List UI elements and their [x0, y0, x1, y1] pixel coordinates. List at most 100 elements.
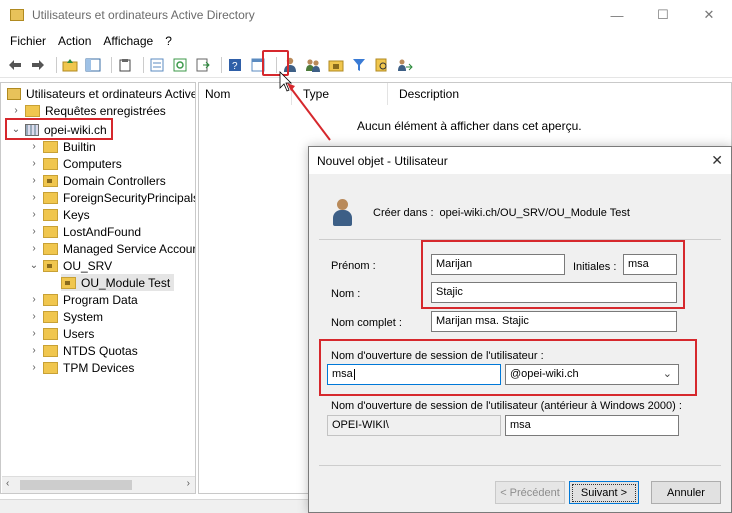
folder-icon	[25, 104, 40, 117]
scrollbar-thumb[interactable]	[20, 480, 132, 490]
chevron-right-icon[interactable]: ›	[29, 141, 39, 152]
export-icon[interactable]	[194, 56, 212, 74]
list-icon[interactable]	[148, 56, 166, 74]
back-arrow-icon[interactable]	[6, 56, 24, 74]
toolbar-separator	[56, 56, 57, 73]
new-user-highlight-box	[262, 50, 289, 76]
pre2000-domain-field: OPEI-WIKI\	[327, 415, 501, 436]
tree-item-label: ForeignSecurityPrincipals	[63, 190, 196, 205]
dialog-title: Nouvel objet - Utilisateur	[317, 153, 448, 168]
cancel-button[interactable]: Annuler	[651, 481, 721, 504]
user-icon	[331, 199, 353, 227]
menu-help[interactable]: ?	[165, 34, 172, 48]
tree-item-ou-module-test[interactable]: OU_Module Test	[61, 274, 175, 291]
tree-item-ntds-quotas[interactable]: › NTDS Quotas	[29, 342, 137, 359]
create-in-label: Créer dans :	[373, 207, 434, 219]
pre2000-label: Nom d'ouverture de session de l'utilisat…	[331, 400, 682, 412]
tree-item-system[interactable]: › System	[29, 308, 103, 325]
list-header: Nom Type Description	[199, 83, 731, 105]
tree-item-domain-controllers[interactable]: › Domain Controllers	[29, 172, 165, 189]
maximize-button[interactable]: ☐	[640, 0, 686, 30]
ou-folder-icon	[43, 174, 58, 187]
full-name-field[interactable]: Marijan msa. Stajic	[431, 311, 677, 332]
name-fields-highlight-box	[421, 240, 685, 309]
chevron-right-icon[interactable]: ›	[29, 243, 39, 254]
svg-text:?: ?	[232, 61, 238, 72]
tree-item-tpm-devices[interactable]: › TPM Devices	[29, 359, 134, 376]
column-header-nom[interactable]: Nom	[205, 87, 230, 101]
previous-button[interactable]: < Précédent	[495, 481, 565, 504]
dialog-title-bar: Nouvel objet - Utilisateur ✕	[309, 147, 731, 174]
new-group-icon[interactable]	[304, 56, 322, 74]
close-button[interactable]: ✕	[686, 0, 732, 30]
menu-fichier[interactable]: Fichier	[10, 34, 46, 48]
folder-icon	[43, 225, 58, 238]
folder-icon	[43, 242, 58, 255]
delegate-icon[interactable]	[396, 56, 414, 74]
column-header-description[interactable]: Description	[399, 87, 459, 101]
tree-item-label: Requêtes enregistrées	[45, 103, 166, 118]
chevron-right-icon[interactable]: ›	[29, 192, 39, 203]
empty-list-message: Aucun élément à afficher dans cet aperçu…	[357, 119, 582, 133]
tree-item-program-data[interactable]: › Program Data	[29, 291, 137, 308]
tree-root[interactable]: Utilisateurs et ordinateurs Active	[7, 85, 196, 102]
console-tree-icon[interactable]	[84, 56, 102, 74]
folder-icon	[43, 361, 58, 374]
menu-action[interactable]: Action	[58, 34, 91, 48]
tree-item-builtin[interactable]: › Builtin	[29, 138, 95, 155]
chevron-right-icon[interactable]: ›	[29, 311, 39, 322]
tree-item-saved-queries[interactable]: › Requêtes enregistrées	[11, 102, 166, 119]
tree-item-lost-and-found[interactable]: › LostAndFound	[29, 223, 141, 240]
menu-bar: Fichier Action Affichage ?	[0, 30, 732, 52]
scroll-left-icon[interactable]: ‹	[6, 478, 9, 489]
tree-item-label: Computers	[63, 156, 122, 171]
help-icon[interactable]: ?	[226, 56, 244, 74]
tree-item-users[interactable]: › Users	[29, 325, 94, 342]
toolbar-separator	[143, 56, 144, 73]
create-in-path: opei-wiki.ch/OU_SRV/OU_Module Test	[439, 207, 630, 219]
folder-icon	[43, 344, 58, 357]
chevron-right-icon[interactable]: ›	[29, 175, 39, 186]
folder-up-icon[interactable]	[61, 56, 79, 74]
tree-item-keys[interactable]: › Keys	[29, 206, 90, 223]
minimize-button[interactable]: —	[594, 0, 640, 30]
tree-root-label: Utilisateurs et ordinateurs Active	[26, 86, 196, 101]
dialog-close-icon[interactable]: ✕	[711, 152, 723, 169]
clipboard-icon[interactable]	[116, 56, 134, 74]
tree-horizontal-scrollbar[interactable]: ‹ ›	[2, 476, 195, 493]
column-divider[interactable]	[291, 83, 292, 105]
toolbar-separator	[111, 56, 112, 73]
chevron-right-icon[interactable]: ›	[29, 345, 39, 356]
toolbar: ?	[0, 52, 732, 78]
pre2000-name-field[interactable]: msa	[505, 415, 679, 436]
next-button[interactable]: Suivant >	[569, 481, 639, 504]
tree-item-managed-service[interactable]: › Managed Service Accour	[29, 240, 196, 257]
tree-item-ou-srv[interactable]: ⌄ OU_SRV	[29, 257, 112, 274]
chevron-right-icon[interactable]: ›	[29, 294, 39, 305]
column-divider[interactable]	[387, 83, 388, 105]
folder-icon	[43, 310, 58, 323]
create-in-row: Créer dans : opei-wiki.ch/OU_SRV/OU_Modu…	[331, 199, 630, 227]
menu-affichage[interactable]: Affichage	[103, 34, 153, 48]
chevron-right-icon[interactable]: ›	[29, 328, 39, 339]
chevron-right-icon[interactable]: ›	[29, 209, 39, 220]
chevron-right-icon[interactable]: ›	[29, 226, 39, 237]
chevron-right-icon[interactable]: ›	[11, 105, 21, 116]
chevron-right-icon[interactable]: ›	[29, 158, 39, 169]
tree-item-label: Keys	[63, 207, 90, 222]
chevron-down-icon[interactable]: ⌄	[29, 260, 39, 271]
tree-item-computers[interactable]: › Computers	[29, 155, 122, 172]
scroll-right-icon[interactable]: ›	[187, 478, 190, 489]
new-ou-icon[interactable]	[327, 56, 345, 74]
refresh-icon[interactable]	[171, 56, 189, 74]
tree-item-label: Managed Service Accour	[63, 241, 196, 256]
find-icon[interactable]	[373, 56, 391, 74]
filter-icon[interactable]	[350, 56, 368, 74]
tree-item-foreign-security[interactable]: › ForeignSecurityPrincipals	[29, 189, 196, 206]
window-title: Utilisateurs et ordinateurs Active Direc…	[32, 8, 255, 22]
chevron-right-icon[interactable]: ›	[29, 362, 39, 373]
folder-icon	[43, 140, 58, 153]
forward-arrow-icon[interactable]	[29, 56, 47, 74]
column-header-type[interactable]: Type	[303, 87, 329, 101]
full-name-label: Nom complet :	[331, 317, 402, 329]
